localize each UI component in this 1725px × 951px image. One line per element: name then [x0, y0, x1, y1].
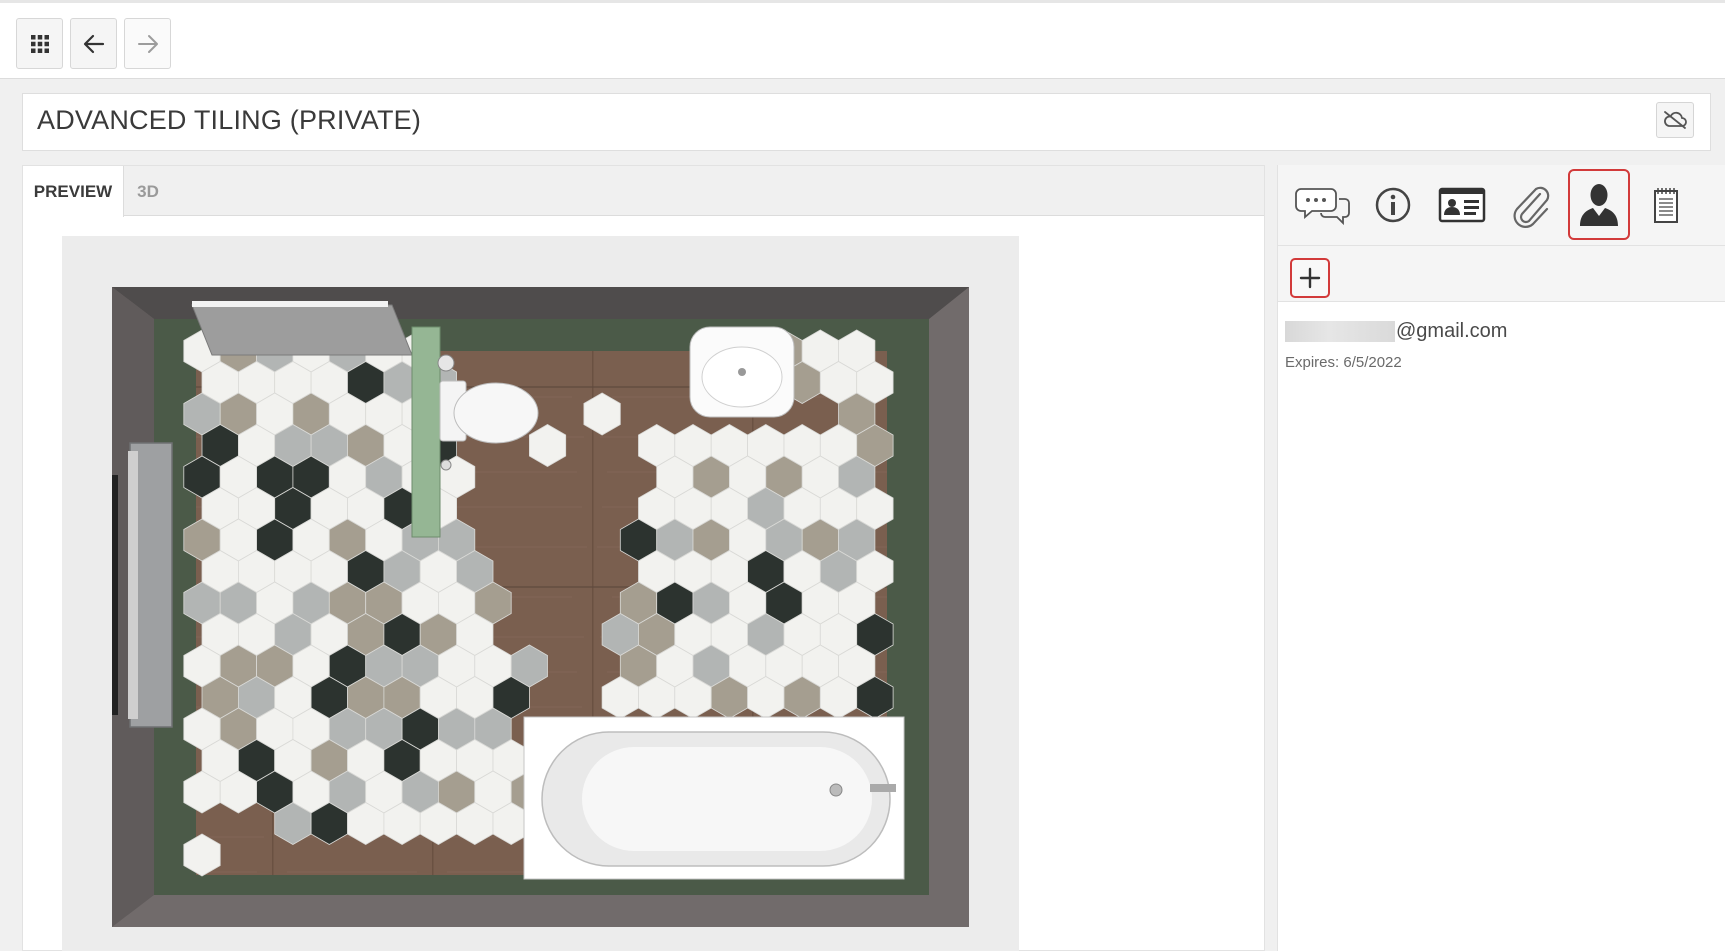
bathroom-floor-plan: [112, 287, 969, 927]
shower-screen: [191, 304, 413, 356]
info-button[interactable]: [1362, 169, 1424, 240]
cloud-sync-button[interactable]: [1656, 102, 1694, 138]
add-share-button[interactable]: [1290, 258, 1330, 298]
toilet: [453, 382, 539, 444]
tab-3d[interactable]: 3D: [124, 166, 172, 217]
top-toolbar: [0, 0, 1725, 79]
towel-rail: [192, 301, 388, 307]
contact-card-button[interactable]: [1431, 169, 1493, 240]
sharing-actions-bar: [1278, 246, 1725, 302]
comments-button[interactable]: [1292, 169, 1354, 240]
user-icon: [1580, 183, 1618, 226]
email-domain: @gmail.com: [1396, 319, 1508, 342]
shared-user-email: @gmail.com: [1285, 317, 1507, 345]
preview-panel: PREVIEW 3D: [22, 165, 1265, 951]
preview-canvas[interactable]: [62, 236, 1019, 951]
tab-preview[interactable]: PREVIEW: [23, 166, 124, 217]
cloud-off-icon: [1664, 111, 1687, 129]
apps-grid-icon: [30, 34, 49, 53]
arrow-left-icon: [83, 34, 104, 53]
notes-button[interactable]: [1635, 169, 1697, 240]
sharing-button[interactable]: [1568, 169, 1630, 240]
redacted-email-name: [1285, 320, 1395, 342]
preview-tabs: PREVIEW 3D: [23, 166, 1264, 217]
back-button[interactable]: [70, 18, 117, 69]
plus-icon: [1299, 267, 1321, 289]
notepad-icon: [1654, 187, 1678, 223]
attachments-button[interactable]: [1499, 169, 1561, 240]
partition-wall: [411, 326, 441, 538]
forward-button[interactable]: [124, 18, 171, 69]
comments-icon: [1295, 187, 1350, 225]
side-toolbar: [1278, 165, 1725, 246]
share-expiry: Expires: 6/5/2022: [1285, 354, 1402, 371]
paperclip-icon: [1513, 186, 1550, 228]
apps-button[interactable]: [16, 18, 63, 69]
shared-user-item[interactable]: @gmail.com Expires: 6/5/2022: [1285, 317, 1507, 371]
project-title-bar: ADVANCED TILING (PRIVATE): [22, 93, 1711, 151]
info-icon: [1375, 187, 1411, 222]
contact-card-icon: [1438, 187, 1486, 222]
arrow-right-icon: [137, 34, 158, 53]
side-panel: @gmail.com Expires: 6/5/2022: [1277, 165, 1725, 951]
page-title: ADVANCED TILING (PRIVATE): [37, 105, 422, 135]
